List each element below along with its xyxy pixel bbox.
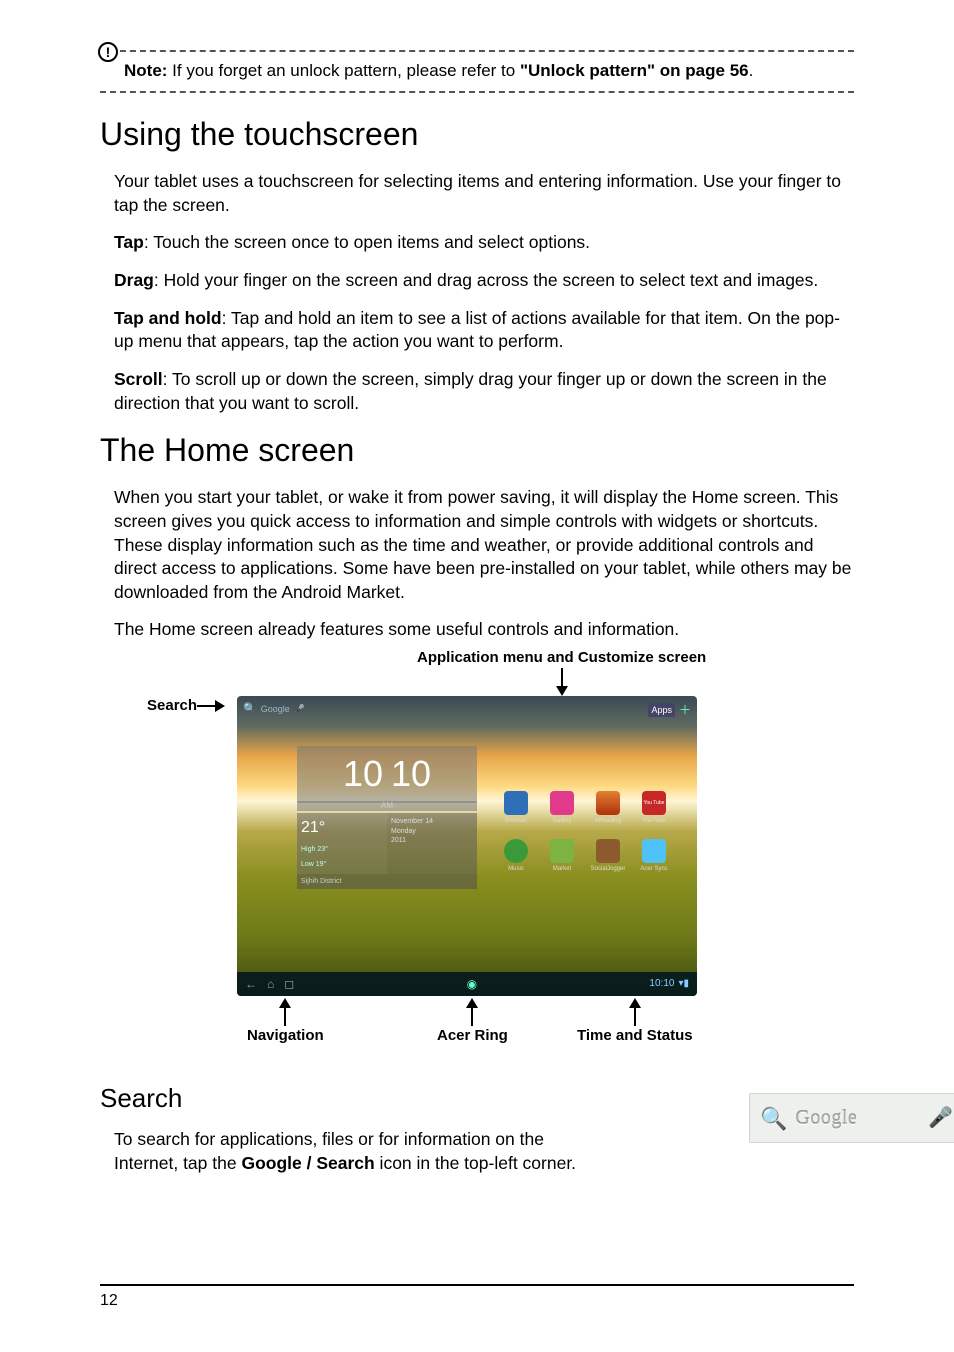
weather-date3: 2011: [391, 836, 473, 845]
weather-temp: 21°: [301, 817, 383, 839]
tap-text: : Touch the screen once to open items an…: [144, 232, 590, 252]
app-icon-socialjogger[interactable]: SocialJogger: [589, 839, 627, 881]
paragraph-home-features: The Home screen already features some us…: [114, 618, 854, 642]
voice-mic-icon[interactable]: 🎤: [928, 1105, 953, 1132]
note-text: If you forget an unlock pattern, please …: [167, 61, 519, 80]
wifi-icon: ▾▮: [678, 977, 689, 991]
drag-text: : Hold your finger on the screen and dra…: [154, 270, 818, 290]
paragraph-taphold: Tap and hold: Tap and hold an item to se…: [114, 307, 854, 354]
search-text-b: icon in the top-left corner.: [375, 1153, 576, 1173]
apps-label: Apps: [648, 703, 675, 717]
note-callout: ! Note: If you forget an unlock pattern,…: [100, 50, 854, 93]
search-icon: 🔍: [243, 702, 257, 717]
mic-icon: 🎤: [294, 703, 305, 715]
alert-icon: !: [98, 42, 118, 62]
label-acer-ring: Acer Ring: [437, 1026, 508, 1046]
app-icon-acersync[interactable]: Acer Sync: [635, 839, 673, 881]
clock-ampm: AM: [297, 801, 477, 812]
app-icon-market[interactable]: Market: [543, 839, 581, 881]
weather-left: 21° High 23° Low 19°: [297, 813, 387, 873]
google-logo-text: Google: [795, 1105, 920, 1132]
clock-hour: 10: [343, 750, 383, 799]
tablet-screenshot: 🔍 Google 🎤 Apps ＋ 10 10 AM 21° High 23° …: [237, 696, 697, 996]
status-area[interactable]: 10:10 ▾▮: [649, 977, 689, 991]
home-icon[interactable]: ⌂: [267, 976, 274, 992]
app-icon-ereading[interactable]: eReading: [589, 791, 627, 833]
tablet-topright[interactable]: Apps ＋: [648, 702, 691, 718]
label-navigation: Navigation: [247, 1026, 324, 1046]
google-search-widget[interactable]: 🔍 Google 🎤: [749, 1093, 954, 1143]
paragraph-tap: Tap: Touch the screen once to open items…: [114, 231, 854, 255]
app-icon-grid: Browser Gallery eReading YouTube Music M…: [497, 791, 673, 881]
app-icon-youtube[interactable]: YouTube: [635, 791, 673, 833]
note-label: Note:: [124, 61, 167, 80]
note-end: .: [749, 61, 754, 80]
app-icon-browser[interactable]: Browser: [497, 791, 535, 833]
taphold-text: : Tap and hold an item to see a list of …: [114, 308, 840, 352]
paragraph-intro-touch: Your tablet uses a touchscreen for selec…: [114, 170, 854, 217]
status-time: 10:10: [649, 977, 674, 991]
acer-ring-button[interactable]: ◉: [467, 976, 477, 992]
weather-date2: Monday: [391, 827, 473, 836]
weather-date1: November 14: [391, 817, 473, 826]
scroll-label: Scroll: [114, 369, 163, 389]
label-time-status: Time and Status: [577, 1026, 693, 1046]
note-link: "Unlock pattern" on page 56: [520, 61, 749, 80]
heading-using-touchscreen: Using the touchscreen: [100, 113, 854, 156]
paragraph-drag: Drag: Hold your finger on the screen and…: [114, 269, 854, 293]
nav-buttons[interactable]: ← ⌂ ◻: [245, 976, 294, 992]
weather-low: Low 19°: [301, 860, 383, 869]
tablet-search-bar[interactable]: 🔍 Google 🎤: [243, 702, 305, 717]
label-appmenu: Application menu and Customize screen: [417, 648, 706, 668]
tap-label: Tap: [114, 232, 144, 252]
customize-icon: ＋: [679, 702, 691, 718]
paragraph-scroll: Scroll: To scroll up or down the screen,…: [114, 368, 854, 415]
page-number: 12: [100, 1292, 118, 1309]
weather-right: November 14 Monday 2011: [387, 813, 477, 873]
app-icon-gallery[interactable]: Gallery: [543, 791, 581, 833]
tablet-navbar: ← ⌂ ◻ ◉ 10:10 ▾▮: [237, 972, 697, 996]
drag-label: Drag: [114, 270, 154, 290]
weather-high: High 23°: [301, 845, 383, 854]
heading-home-screen: The Home screen: [100, 429, 854, 472]
label-search: Search: [147, 696, 197, 716]
clock-weather-widget[interactable]: 10 10 AM 21° High 23° Low 19° November 1…: [297, 746, 477, 889]
paragraph-search: To search for applications, files or for…: [114, 1128, 604, 1175]
taphold-label: Tap and hold: [114, 308, 222, 328]
clock-time: 10 10: [297, 746, 477, 803]
recent-icon[interactable]: ◻: [284, 976, 294, 992]
paragraph-home-intro: When you start your tablet, or wake it f…: [114, 486, 854, 604]
app-icon-music[interactable]: Music: [497, 839, 535, 881]
weather-location: Sijhih District: [297, 874, 477, 889]
search-text-bold: Google / Search: [241, 1153, 374, 1173]
page-footer: 12: [100, 1284, 854, 1312]
scroll-text: : To scroll up or down the screen, simpl…: [114, 369, 827, 413]
clock-minute: 10: [391, 750, 431, 799]
search-magnifier-icon: 🔍: [760, 1104, 787, 1134]
back-icon[interactable]: ←: [245, 976, 257, 992]
tablet-search-hint: Google: [261, 703, 290, 715]
heading-search: Search: [100, 1081, 854, 1116]
home-screen-diagram: Application menu and Customize screen Se…: [117, 656, 837, 1061]
